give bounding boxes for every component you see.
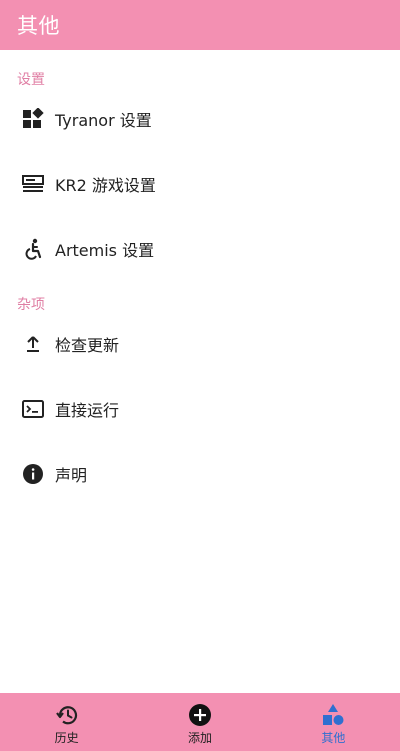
app-bar: 其他 xyxy=(0,0,400,50)
check-update-item[interactable]: 检查更新 xyxy=(0,312,400,376)
section-header-settings: 设置 xyxy=(17,72,45,88)
nav-history-label: 历史 xyxy=(54,731,79,745)
history-icon xyxy=(55,703,79,727)
info-icon xyxy=(22,463,44,485)
nav-other-label: 其他 xyxy=(321,731,346,745)
tyranor-settings-label: Tyranor 设置 xyxy=(55,111,152,130)
nav-history[interactable]: 历史 xyxy=(0,693,133,751)
tyranor-settings-item[interactable]: Tyranor 设置 xyxy=(0,87,400,151)
artemis-settings-label: Artemis 设置 xyxy=(55,241,155,260)
settings-panel-icon xyxy=(22,173,44,195)
page-title: 其他 xyxy=(17,14,60,38)
statement-label: 声明 xyxy=(55,466,88,485)
shapes-icon xyxy=(321,703,345,727)
direct-run-label: 直接运行 xyxy=(55,401,120,420)
section-header-misc: 杂项 xyxy=(17,297,45,313)
upload-icon xyxy=(22,333,44,355)
terminal-icon xyxy=(22,398,44,420)
artemis-settings-item[interactable]: Artemis 设置 xyxy=(0,217,400,281)
direct-run-item[interactable]: 直接运行 xyxy=(0,377,400,441)
nav-add[interactable]: 添加 xyxy=(133,693,266,751)
widgets-icon xyxy=(22,108,44,130)
nav-other[interactable]: 其他 xyxy=(267,693,400,751)
nav-add-label: 添加 xyxy=(187,731,212,745)
bottom-navigation: 历史 添加 其他 xyxy=(0,693,400,751)
check-update-label: 检查更新 xyxy=(55,336,120,355)
kr2-game-settings-label: KR2 游戏设置 xyxy=(55,176,156,195)
kr2-game-settings-item[interactable]: KR2 游戏设置 xyxy=(0,152,400,216)
statement-item[interactable]: 声明 xyxy=(0,442,400,506)
accessible-icon xyxy=(22,238,44,260)
add-circle-icon xyxy=(188,703,212,727)
